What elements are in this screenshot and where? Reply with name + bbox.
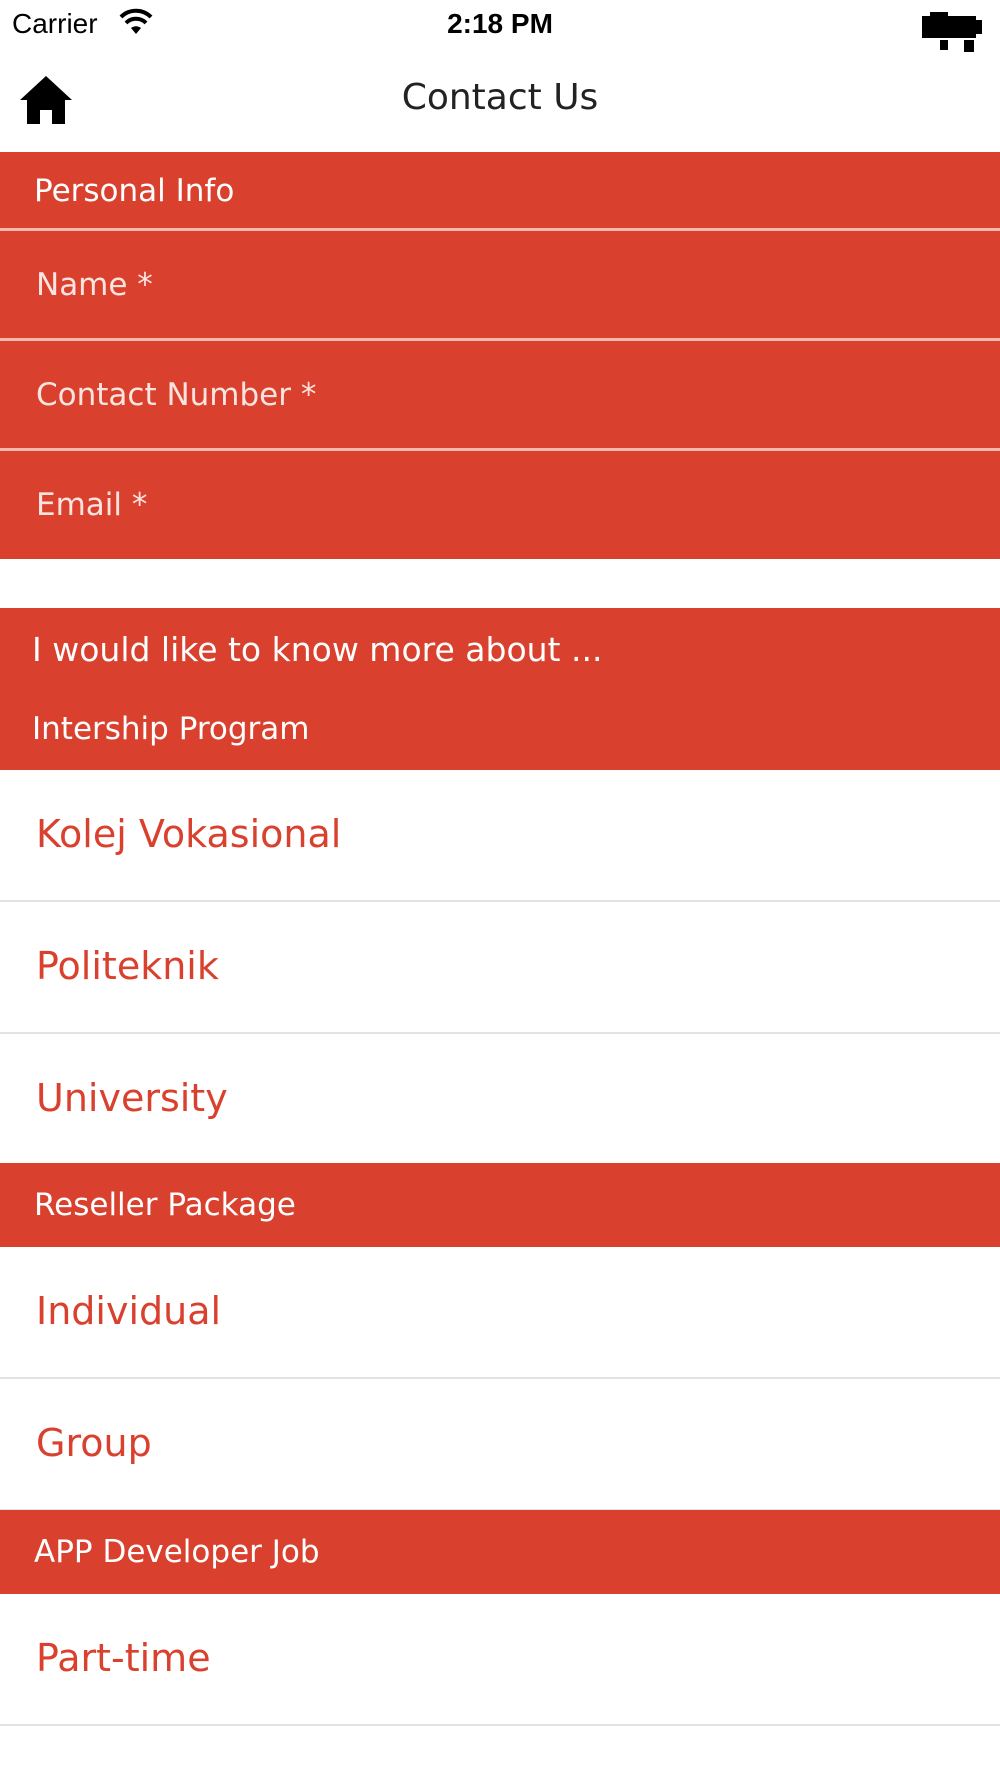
- email-field[interactable]: Email *: [0, 451, 1000, 559]
- interest-header-block: I would like to know more about ... Inte…: [0, 608, 1000, 770]
- option-label: Kolej Vokasional: [36, 812, 342, 856]
- option-university[interactable]: University: [0, 1034, 1000, 1166]
- option-individual[interactable]: Individual: [0, 1247, 1000, 1379]
- name-field[interactable]: Name *: [0, 231, 1000, 339]
- option-politeknik[interactable]: Politeknik: [0, 902, 1000, 1034]
- group-title-reseller: Reseller Package: [0, 1163, 1000, 1247]
- group-title-internship: Intership Program: [32, 711, 310, 747]
- option-label: University: [36, 1076, 228, 1120]
- status-bar: Carrier 2:18 PM: [0, 0, 1000, 52]
- option-label: Part-time: [36, 1636, 211, 1680]
- contact-number-field[interactable]: Contact Number *: [0, 341, 1000, 449]
- option-kolej-vokasional[interactable]: Kolej Vokasional: [0, 770, 1000, 902]
- option-label: Individual: [36, 1289, 222, 1333]
- nav-bar: Contact Us: [0, 55, 1000, 150]
- option-label: Politeknik: [36, 944, 219, 988]
- option-group[interactable]: Group: [0, 1379, 1000, 1511]
- option-part-time[interactable]: Part-time: [0, 1594, 1000, 1726]
- option-label: Group: [36, 1421, 152, 1465]
- personal-info-header: Personal Info: [0, 152, 1000, 230]
- battery-icon: [922, 12, 982, 52]
- group-title-app-developer: APP Developer Job: [0, 1510, 1000, 1594]
- interest-header: I would like to know more about ...: [32, 630, 603, 669]
- page-title: Contact Us: [401, 77, 599, 118]
- status-time: 2:18 PM: [447, 8, 553, 39]
